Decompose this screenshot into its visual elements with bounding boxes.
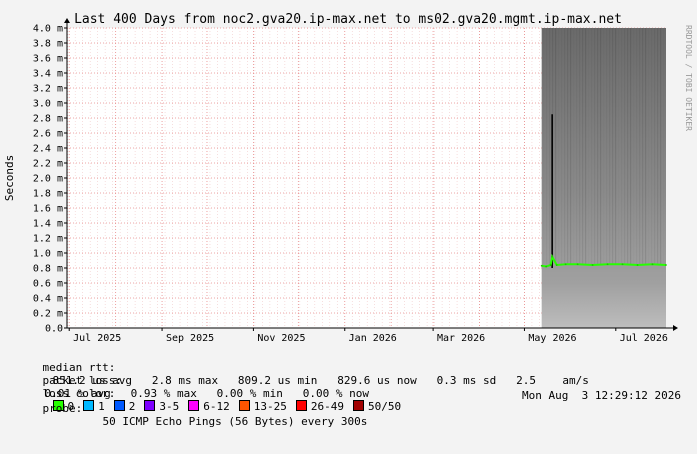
probe-label: probe: [42, 402, 83, 415]
y-tick-label: 0.2 m [33, 309, 63, 320]
median-rtt-point [545, 265, 548, 268]
y-tick-label: 1.4 m [33, 219, 63, 230]
x-tick-label: Jan 2026 [349, 333, 397, 344]
y-tick-label: 3.6 m [33, 54, 63, 65]
x-tick-label: Nov 2025 [257, 333, 305, 344]
y-tick-label: 1.8 m [33, 189, 63, 200]
y-tick-label: 0.0 [45, 324, 63, 335]
median-rtt-point [564, 263, 567, 266]
median-rtt-point [621, 263, 624, 266]
smokeping-graph: Last 400 Days from noc2.gva20.ip-max.net… [0, 0, 697, 428]
median-rtt-point [636, 264, 639, 266]
median-rtt-point [665, 264, 667, 266]
median-rtt-point [651, 263, 654, 266]
chart-title: Last 400 Days from noc2.gva20.ip-max.net… [74, 12, 622, 27]
x-tick-label: Sep 2025 [166, 333, 214, 344]
latency-chart: Last 400 Days from noc2.gva20.ip-max.net… [3, 12, 693, 344]
median-rtt-point [555, 264, 558, 266]
x-tick-label: Jul 2025 [73, 333, 121, 344]
y-tick-label: 2.4 m [33, 144, 63, 155]
y-tick-label: 3.0 m [33, 99, 63, 110]
watermark: RRDTOOL / TOBI OETIKER [684, 25, 693, 131]
y-tick-label: 2.6 m [33, 129, 63, 140]
x-axis-arrow [673, 325, 678, 331]
probe-values: 50 ICMP Echo Pings (56 Bytes) every 300s [102, 415, 368, 428]
y-axis-label: Seconds [3, 155, 16, 201]
y-axis-arrow [64, 18, 70, 23]
y-tick-label: 2.0 m [33, 174, 63, 185]
y-tick-label: 0.6 m [33, 279, 63, 290]
median-rtt-point [540, 264, 543, 267]
y-tick-label: 3.2 m [33, 84, 63, 95]
median-rtt-point [576, 263, 579, 266]
y-tick-label: 4.0 m [33, 24, 63, 35]
y-tick-label: 1.0 m [33, 249, 63, 260]
median-rtt-point [591, 264, 594, 266]
y-tick-label: 1.2 m [33, 234, 63, 245]
y-tick-label: 0.4 m [33, 294, 63, 305]
y-tick-label: 3.4 m [33, 69, 63, 80]
y-tick-label: 3.8 m [33, 39, 63, 50]
x-tick-label: Jul 2026 [620, 333, 668, 344]
probe-row: probe: 50 ICMP Echo Pings (56 Bytes) eve… [16, 389, 682, 454]
y-tick-label: 0.8 m [33, 264, 63, 275]
median-rtt-point [551, 255, 554, 258]
x-tick-label: May 2026 [528, 333, 576, 344]
y-tick-label: 2.8 m [33, 114, 63, 125]
y-tick-label: 2.2 m [33, 159, 63, 170]
median-rtt-point [606, 263, 609, 266]
x-tick-label: Mar 2026 [437, 333, 485, 344]
timestamp: Mon Aug 3 12:29:12 2026 [522, 389, 681, 402]
y-tick-label: 1.6 m [33, 204, 63, 215]
median-rtt-point [549, 264, 552, 266]
